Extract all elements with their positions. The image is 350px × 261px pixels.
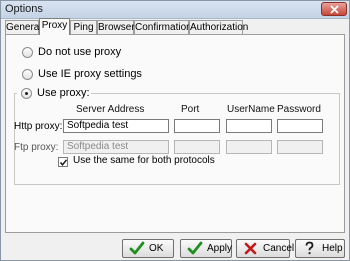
same-for-both-label: Use the same for both protocols <box>73 155 215 166</box>
tab-general[interactable]: General <box>5 20 42 34</box>
http-proxy-label: Http proxy: <box>14 121 63 132</box>
radio-use-proxy[interactable]: Use proxy: <box>17 87 91 101</box>
ok-button-label: OK <box>149 243 164 254</box>
check-icon <box>187 241 203 255</box>
radio-ie-proxy-label: Use IE proxy settings <box>38 68 142 80</box>
dialog-button-bar: OK Apply Cancel Help <box>1 237 349 261</box>
window-title: Options <box>5 3 43 15</box>
radio-no-proxy-button[interactable] <box>22 47 33 58</box>
help-button[interactable]: Help <box>295 239 345 258</box>
apply-button-label: Apply <box>207 243 233 254</box>
title-bar[interactable]: Options <box>1 1 349 19</box>
cancel-button[interactable]: Cancel <box>236 239 294 258</box>
header-server-address: Server Address <box>76 104 145 115</box>
checkmark-icon <box>59 159 68 166</box>
ftp-server-field[interactable]: Softpedia test <box>63 140 169 154</box>
options-window: Options General Proxy Ping Browser Confi… <box>0 0 350 261</box>
apply-button[interactable]: Apply <box>180 239 232 258</box>
radio-use-proxy-button[interactable] <box>21 88 32 99</box>
help-button-label: Help <box>322 243 343 254</box>
tab-ping[interactable]: Ping <box>70 20 97 34</box>
proxy-tab-panel: Do not use proxy Use IE proxy settings U… <box>5 34 345 233</box>
cross-icon <box>244 242 257 255</box>
close-button[interactable] <box>321 2 347 16</box>
header-username: UserName <box>227 104 275 115</box>
http-server-field[interactable]: Softpedia test <box>63 119 169 133</box>
http-port-field[interactable] <box>174 119 220 133</box>
tab-proxy[interactable]: Proxy <box>39 18 70 35</box>
header-port: Port <box>181 104 200 115</box>
tab-authorization[interactable]: Authorization <box>189 20 248 34</box>
radio-no-proxy-label: Do not use proxy <box>38 46 122 58</box>
ftp-proxy-label: Ftp proxy: <box>14 142 59 153</box>
same-for-both-checkbox[interactable] <box>58 157 68 167</box>
close-icon <box>330 5 339 14</box>
tab-browser[interactable]: Browser <box>97 20 135 34</box>
radio-use-proxy-label: Use proxy: <box>37 87 90 99</box>
ftp-password-field[interactable] <box>277 140 323 154</box>
ftp-port-field[interactable] <box>174 140 220 154</box>
http-password-field[interactable] <box>277 119 323 133</box>
cancel-button-label: Cancel <box>263 243 295 254</box>
check-icon <box>129 241 145 255</box>
ok-button[interactable]: OK <box>122 239 174 258</box>
tab-confirmations[interactable]: Confirmations <box>134 20 197 34</box>
radio-ie-proxy-button[interactable] <box>22 69 33 80</box>
question-icon <box>305 241 314 255</box>
ftp-username-field[interactable] <box>226 140 272 154</box>
http-username-field[interactable] <box>226 119 272 133</box>
header-password: Password <box>277 104 321 115</box>
